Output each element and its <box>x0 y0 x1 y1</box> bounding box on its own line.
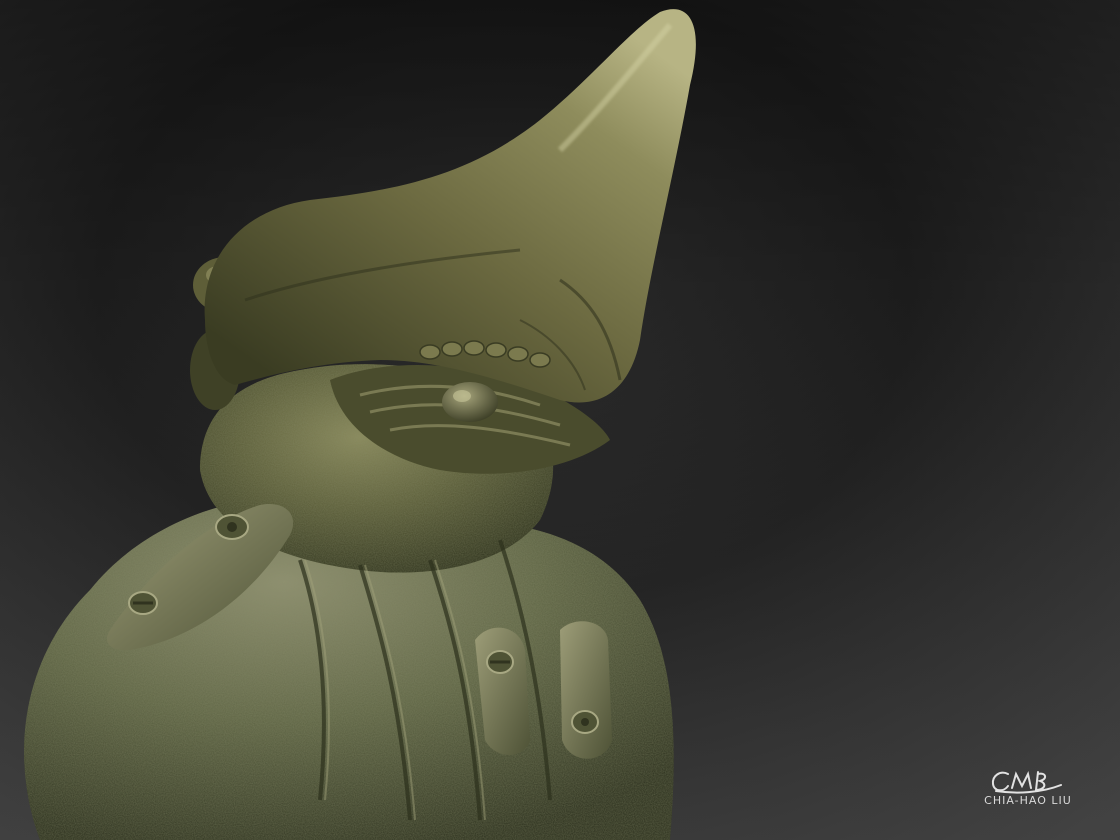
artist-signature: CHIA-HAO LIU <box>968 768 1088 818</box>
alien-creature-sculpture-image <box>24 9 696 840</box>
artist-name: CHIA-HAO LIU <box>984 794 1072 807</box>
cmb-monogram-signature-icon <box>991 771 1062 794</box>
